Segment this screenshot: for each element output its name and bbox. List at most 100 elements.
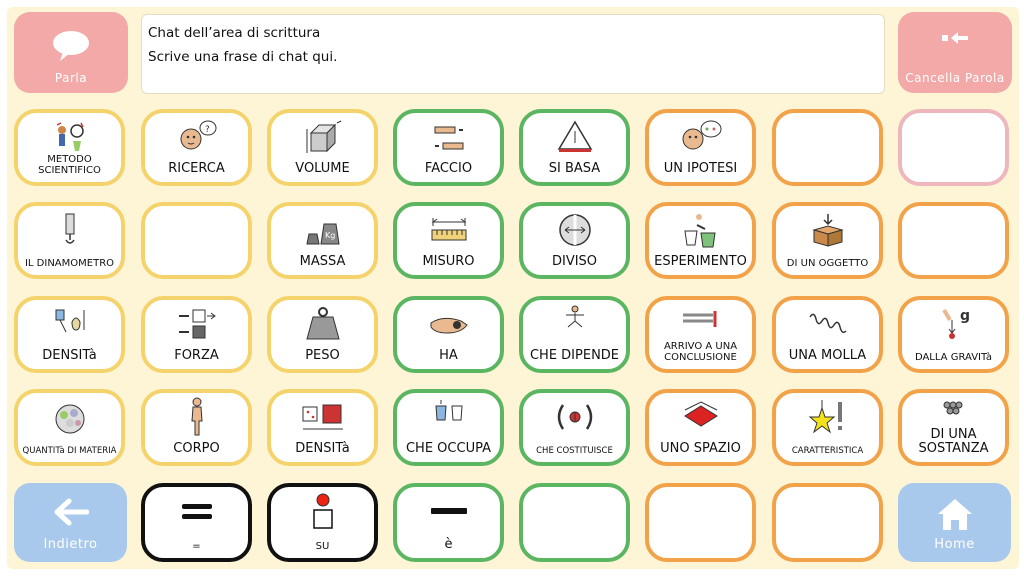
- drops-icon: [18, 304, 121, 344]
- cell-una-molla[interactable]: UNA MOLLA: [772, 296, 883, 373]
- cell-di-un-oggetto[interactable]: DI UN OGGETTO: [772, 202, 883, 279]
- cell-uno-spazio[interactable]: UNO SPAZIO: [645, 389, 756, 466]
- speech-bubble-icon: [14, 30, 128, 62]
- cell-quantita-materia[interactable]: QUANTITà DI MATERIA: [14, 389, 125, 466]
- message-title: Chat dell’area di scrittura: [148, 25, 321, 41]
- clear-arrow-icon: [898, 30, 1012, 46]
- cube-volume-icon: [271, 117, 374, 157]
- cell-caratteristica[interactable]: CARATTERISTICA: [772, 389, 883, 466]
- cell-label: ESPERIMENTO: [654, 254, 747, 269]
- cell-peso[interactable]: PESO: [267, 296, 378, 373]
- cell-label: DI UN OGGETTO: [786, 258, 869, 269]
- divided-circle-icon: [523, 210, 626, 250]
- cell-densita[interactable]: DENSITà: [14, 296, 125, 373]
- cell-che-occupa[interactable]: CHE OCCUPA: [393, 389, 504, 466]
- back-label: Indietro: [43, 537, 98, 552]
- cell-label: IL DINAMOMETRO: [24, 258, 115, 269]
- minus-icon: [397, 491, 500, 531]
- cell-esperimento[interactable]: ESPERIMENTO: [645, 202, 756, 279]
- cell-label: CARATTERISTICA: [791, 446, 864, 456]
- substance-icon: [902, 397, 1005, 423]
- cell-che-dipende[interactable]: CHE DIPENDE: [519, 296, 630, 373]
- cell-empty[interactable]: [141, 202, 252, 279]
- triangle-base-icon: [523, 117, 626, 157]
- cell-label: DENSITà: [295, 441, 350, 456]
- cell-empty[interactable]: [772, 483, 883, 562]
- cell-label: VOLUME: [295, 161, 350, 176]
- cell-il-dinamometro[interactable]: IL DINAMOMETRO: [14, 202, 125, 279]
- cell-empty[interactable]: [772, 109, 883, 186]
- svg-text:g: g: [960, 308, 970, 324]
- cell-dalla-gravita[interactable]: g DALLA GRAVITà: [898, 296, 1009, 373]
- svg-text:Kg: Kg: [325, 231, 335, 240]
- cell-label: MASSA: [299, 254, 346, 269]
- ruler-icon: [397, 210, 500, 250]
- home-button[interactable]: Home: [898, 483, 1011, 562]
- cell-volume[interactable]: VOLUME: [267, 109, 378, 186]
- cell-densita-2[interactable]: DENSITà: [267, 389, 378, 466]
- cell-label: CHE DIPENDE: [529, 348, 620, 363]
- cell-si-basa[interactable]: SI BASA: [519, 109, 630, 186]
- thinking-face-icon: [649, 117, 752, 157]
- clear-word-button[interactable]: Cancella Parola: [898, 12, 1012, 93]
- cell-e[interactable]: è: [393, 483, 504, 562]
- cell-label: UN IPOTESI: [663, 161, 738, 176]
- density-cubes-icon: [271, 397, 374, 437]
- cell-arrivo-conclusione[interactable]: ARRIVO A UNA CONCLUSIONE: [645, 296, 756, 373]
- cell-label: ARRIVO A UNA CONCLUSIONE: [663, 341, 738, 363]
- cell-su[interactable]: SU: [267, 483, 378, 562]
- space-icon: [649, 397, 752, 437]
- cell-empty[interactable]: [898, 202, 1009, 279]
- cell-ha[interactable]: HA: [393, 296, 504, 373]
- cell-label: UNA MOLLA: [788, 348, 867, 363]
- gravity-icon: g: [902, 304, 1005, 344]
- cell-metodo-scientifico[interactable]: METODO SCIENTIFICO: [14, 109, 125, 186]
- speak-button[interactable]: Parla: [14, 12, 128, 93]
- clear-label: Cancella Parola: [905, 71, 1005, 85]
- hands-doing-icon: [397, 117, 500, 157]
- cell-empty[interactable]: [645, 483, 756, 562]
- cell-label: FACCIO: [424, 161, 473, 176]
- cell-ricerca[interactable]: ? RICERCA: [141, 109, 252, 186]
- cell-label: SU: [315, 541, 330, 552]
- cell-label: MISURO: [422, 254, 475, 269]
- cell-di-una-sostanza[interactable]: DI UNA SOSTANZA: [898, 389, 1009, 466]
- cell-faccio[interactable]: FACCIO: [393, 109, 504, 186]
- weight-icon: [271, 304, 374, 344]
- cell-forza[interactable]: FORZA: [141, 296, 252, 373]
- arrival-icon: [649, 304, 752, 334]
- occupy-icon: [397, 397, 500, 423]
- on-top-icon: [271, 491, 374, 531]
- cell-label: SI BASA: [548, 161, 601, 176]
- cell-label: =: [192, 541, 201, 552]
- message-placeholder: Scrive una frase di chat qui.: [148, 49, 338, 65]
- cell-massa[interactable]: Kg MASSA: [267, 202, 378, 279]
- cell-misuro[interactable]: MISURO: [393, 202, 504, 279]
- equals-icon: [145, 491, 248, 531]
- cell-diviso[interactable]: DIVISO: [519, 202, 630, 279]
- cell-che-costituisce[interactable]: CHE COSTITUISCE: [519, 389, 630, 466]
- matter-icon: [18, 397, 121, 437]
- cell-corpo[interactable]: CORPO: [141, 389, 252, 466]
- aac-board: Parla Chat dell’area di scrittura Scrive…: [0, 0, 1024, 576]
- back-button[interactable]: Indietro: [14, 483, 127, 562]
- svg-text:?: ?: [205, 125, 210, 135]
- cell-un-ipotesi[interactable]: UN IPOTESI: [645, 109, 756, 186]
- speak-label: Parla: [54, 71, 88, 85]
- hand-holding-icon: [397, 304, 500, 344]
- cell-label: FORZA: [174, 348, 219, 363]
- cell-label: METODO SCIENTIFICO: [38, 154, 101, 176]
- cell-label: CHE OCCUPA: [405, 441, 491, 456]
- arrow-left-icon: [14, 497, 127, 527]
- message-area[interactable]: Chat dell’area di scrittura Scrive una f…: [141, 14, 885, 94]
- cell-equals[interactable]: =: [141, 483, 252, 562]
- scientist-icon: [18, 117, 121, 157]
- experiment-icon: [649, 210, 752, 250]
- cell-label: DENSITà: [42, 348, 97, 363]
- dynamometer-icon: [18, 210, 121, 250]
- cell-label: HA: [439, 348, 458, 363]
- cell-empty[interactable]: [898, 109, 1009, 186]
- home-label: Home: [934, 537, 975, 552]
- cell-label: DALLA GRAVITà: [914, 352, 993, 363]
- cell-empty[interactable]: [519, 483, 630, 562]
